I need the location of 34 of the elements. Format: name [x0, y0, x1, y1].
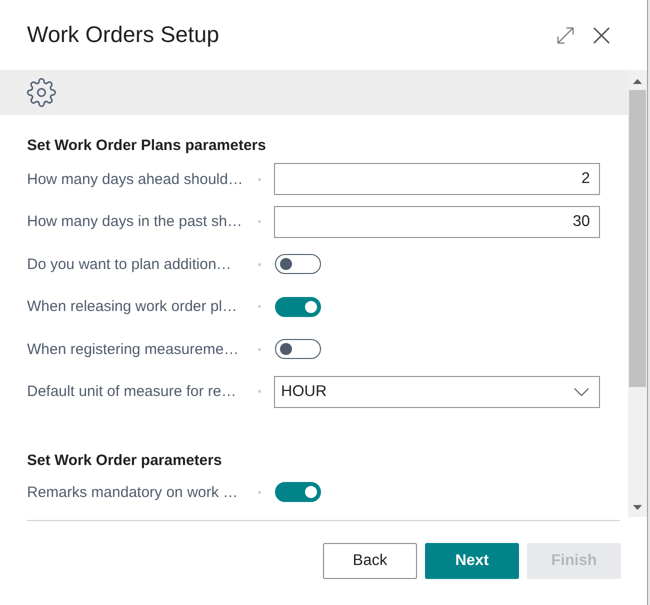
scroll-down-icon[interactable] — [633, 505, 642, 510]
separator-dot-icon — [258, 178, 261, 181]
field-label: When releasing work order pl… — [27, 298, 238, 316]
number-input[interactable]: 30 — [274, 206, 600, 238]
scroll-up-icon[interactable] — [633, 79, 642, 84]
field-label: Default unit of measure for re… — [27, 383, 238, 400]
toggle-switch[interactable] — [275, 254, 321, 274]
number-input[interactable]: 2 — [274, 163, 600, 196]
separator-dot-icon — [258, 220, 261, 224]
field-label: How many days in the past sh… — [27, 213, 244, 230]
field-label: How many days ahead should… — [27, 170, 244, 188]
toggle-switch[interactable] — [275, 296, 321, 317]
separator-dot-icon — [258, 262, 261, 266]
separator-dot-icon — [258, 348, 261, 351]
field-label: Remarks mandatory on work … — [27, 484, 239, 501]
field-label: When registering measureme… — [27, 340, 240, 358]
chevron-down-icon — [574, 388, 589, 396]
toggle-switch[interactable] — [275, 339, 321, 360]
dialog-title: Work Orders Setup — [27, 22, 220, 48]
separator-dot-icon — [258, 305, 261, 308]
unit-dropdown[interactable]: HOUR — [274, 376, 600, 408]
section-heading: Set Work Order parameters — [27, 451, 223, 471]
wizard-button[interactable]: Back — [323, 543, 417, 579]
field-label: Do you want to plan addition… — [27, 256, 232, 273]
section-heading: Set Work Order Plans parameters — [27, 136, 267, 156]
scrollbar-thumb[interactable] — [629, 90, 646, 387]
settings-icon[interactable] — [27, 78, 56, 107]
close-icon[interactable] — [593, 26, 610, 44]
separator-dot-icon — [258, 390, 261, 394]
expand-icon[interactable] — [557, 26, 574, 44]
scrollbar[interactable] — [628, 70, 647, 517]
toggle-switch[interactable] — [275, 482, 321, 502]
wizard-button[interactable]: Next — [425, 543, 519, 579]
separator-dot-icon — [258, 490, 261, 494]
